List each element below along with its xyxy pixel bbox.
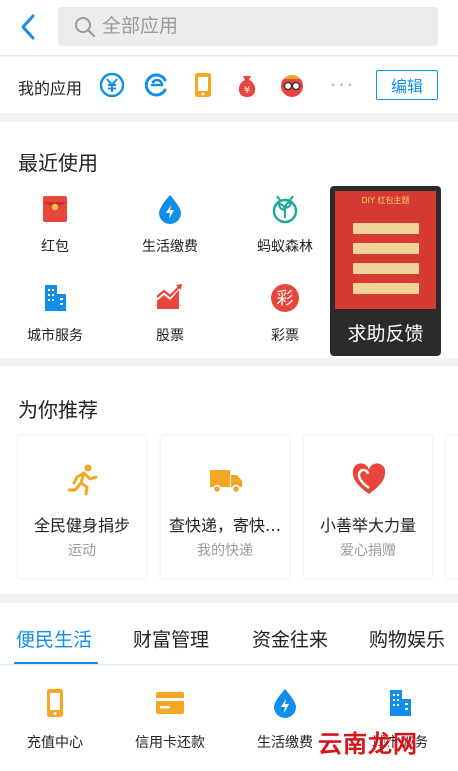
svg-text:¥: ¥ [244, 85, 250, 96]
money-bag-icon[interactable]: ¥ [233, 71, 261, 99]
edit-button[interactable]: 编辑 [376, 70, 438, 100]
chat-e-icon[interactable] [143, 71, 171, 99]
rec-card-title: 全民健身捐步 [33, 516, 130, 535]
glasses-avatar-icon[interactable] [278, 71, 306, 99]
app-label: 信用卡还款 [135, 735, 205, 751]
app-label: 充值中心 [27, 735, 83, 751]
top-bar: 全部应用 [0, 0, 458, 56]
category-tabs: 便民生活 财富管理 资金往来 购物娱乐 [0, 603, 458, 665]
svg-text:彩: 彩 [277, 289, 294, 309]
phone-icon [47, 689, 63, 717]
heart-icon [352, 463, 386, 494]
app-label: 蚂蚁森林 [257, 239, 313, 255]
rec-card-title: 查快递，寄快… [168, 516, 281, 535]
app-label: 股票 [156, 328, 184, 344]
back-arrow-icon[interactable] [14, 12, 44, 42]
water-drop-bolt-icon [159, 195, 181, 224]
recommend-title: 为你推荐 [18, 398, 98, 422]
truck-icon [210, 470, 242, 494]
app-label: 彩票 [271, 328, 299, 344]
rec-card-step-donation[interactable]: 全民健身捐步 运动 [18, 436, 146, 578]
app-label: 城市服务 [27, 328, 83, 344]
yuan-circle-icon[interactable] [98, 71, 126, 99]
site-watermark: 云南龙网 [318, 729, 418, 758]
rec-card-title: 小善举大力量 [319, 516, 416, 535]
recent-title: 最近使用 [18, 151, 98, 175]
preview-caption: DIY 红包主题 [361, 196, 410, 205]
buildings-icon [390, 690, 411, 716]
app-label: 生活缴费 [142, 239, 198, 255]
preview-bar [353, 283, 419, 294]
buildings-icon [45, 285, 66, 311]
runner-icon [67, 464, 98, 496]
preview-bar [353, 223, 419, 234]
lottery-icon: 彩 [271, 284, 299, 312]
rec-card-subtitle: 运动 [68, 543, 96, 559]
help-feedback-popup[interactable]: DIY 红包主题 求助反馈 [330, 186, 441, 356]
red-envelope-icon [43, 196, 67, 222]
preview-bar [353, 263, 419, 274]
search-input[interactable]: 全部应用 [58, 7, 438, 46]
sprout-icon [272, 195, 298, 224]
rec-card-charity[interactable]: 小善举大力量 爱心捐赠 [304, 436, 432, 578]
app-credit-card-repay[interactable]: 信用卡还款 [120, 688, 220, 752]
tab-convenience-life[interactable]: 便民生活 [16, 625, 92, 652]
app-ant-forest[interactable]: 蚂蚁森林 [240, 194, 330, 256]
my-apps-label: 我的应用 [18, 79, 83, 98]
rec-card-subtitle: 爱心捐赠 [340, 543, 396, 559]
tab-wealth-management[interactable]: 财富管理 [133, 625, 209, 652]
tab-fund-transfer[interactable]: 资金往来 [252, 625, 328, 652]
active-tab-indicator [14, 662, 98, 664]
search-placeholder: 全部应用 [102, 15, 179, 37]
help-feedback-label: 求助反馈 [347, 323, 424, 345]
app-life-payment[interactable]: 生活缴费 [125, 194, 215, 256]
preview-bar [353, 243, 419, 254]
rec-card-partial[interactable] [446, 436, 458, 578]
app-lottery[interactable]: 彩 彩票 [240, 283, 330, 345]
phone-icon[interactable] [189, 71, 217, 99]
water-drop-bolt-icon [274, 689, 296, 718]
search-icon [75, 17, 95, 37]
diy-red-envelope-preview: DIY 红包主题 [335, 191, 436, 309]
rec-card-express[interactable]: 查快递，寄快… 我的快递 [161, 436, 289, 578]
app-label: 红包 [41, 239, 69, 255]
more-dots[interactable]: ··· [330, 73, 355, 97]
app-list-page: 全部应用 我的应用 ¥ ··· 编辑 最近使用 红包 生活缴费 蚂蚁森林 城市服… [0, 0, 458, 771]
my-apps-bar: 我的应用 ¥ ··· 编辑 [0, 57, 458, 113]
credit-card-icon [156, 692, 184, 714]
app-stock[interactable]: 股票 [125, 283, 215, 345]
app-city-service[interactable]: 城市服务 [10, 283, 100, 345]
rec-card-subtitle: 我的快递 [197, 543, 253, 559]
app-red-envelope[interactable]: 红包 [10, 194, 100, 256]
app-recharge-center[interactable]: 充值中心 [5, 688, 105, 752]
tab-shopping-entertainment[interactable]: 购物娱乐 [369, 625, 445, 652]
stock-chart-icon [156, 284, 182, 309]
